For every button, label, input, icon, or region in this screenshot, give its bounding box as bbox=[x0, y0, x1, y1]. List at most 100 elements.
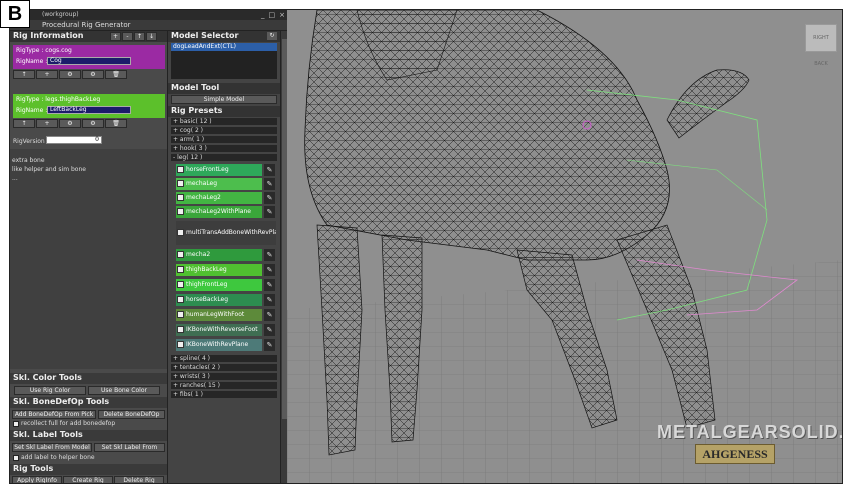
add-label-helper-checkbox[interactable] bbox=[13, 455, 19, 461]
rig-add-button[interactable]: + bbox=[36, 119, 58, 128]
model-and-presets-panel: Model Selector ↻ dogLeadAndExt(CTL) Mode… bbox=[167, 31, 281, 483]
rig-delete-button[interactable]: 🗑 bbox=[105, 70, 127, 79]
refresh-icon[interactable]: ↻ bbox=[267, 32, 277, 40]
preset-category-arm[interactable]: + arm( 1 ) bbox=[171, 136, 277, 144]
close-icon[interactable]: × bbox=[279, 10, 285, 20]
rig-settings-button[interactable]: ⚙ bbox=[59, 119, 81, 128]
preset-leg-item[interactable]: mecha2 bbox=[176, 249, 262, 261]
rig-row-toolbar-1: ↑ + ⚙ ⚙ 🗑 bbox=[13, 70, 131, 79]
use-bone-color-button[interactable]: Use Bone Color bbox=[88, 386, 160, 395]
recollect-checkbox[interactable] bbox=[13, 421, 19, 427]
edit-pen-icon[interactable]: ✎ bbox=[264, 164, 275, 176]
move-up-button[interactable]: ↑ bbox=[134, 32, 145, 41]
preset-label: thighBackLeg bbox=[186, 266, 227, 273]
preset-label: mechaLeg2WithPlane bbox=[186, 208, 251, 215]
edit-pen-icon[interactable]: ✎ bbox=[264, 178, 275, 190]
set-label-from-model-button[interactable]: Set Skl Label From Model bbox=[12, 443, 92, 452]
rig-delete-button[interactable]: 🗑 bbox=[105, 119, 127, 128]
simple-model-button[interactable]: Simple Model bbox=[171, 95, 277, 104]
preset-category-fibs[interactable]: + fibs( 1 ) bbox=[171, 391, 277, 399]
preset-leg-item[interactable]: IKBoneWithReverseFoot bbox=[176, 324, 262, 336]
delete-bonedefop-button[interactable]: Delete BoneDefOp bbox=[98, 410, 165, 419]
add-rig-button[interactable]: + bbox=[110, 32, 121, 41]
view-cube-icon[interactable]: RIGHT BACK bbox=[805, 24, 837, 67]
wireframe-scene bbox=[287, 10, 842, 483]
rig-name-label: RigName : bbox=[16, 107, 48, 114]
preset-category-cog[interactable]: + cog( 2 ) bbox=[171, 127, 277, 135]
3d-viewport[interactable]: RIGHT BACK METALGEARSOLID.be AHGENESS bbox=[287, 10, 842, 483]
preset-category-tentacles[interactable]: + tentacles( 2 ) bbox=[171, 364, 277, 372]
edit-pen-icon[interactable]: ✎ bbox=[264, 264, 275, 276]
preset-leg-item[interactable]: mechaLeg bbox=[176, 178, 262, 190]
rig-tools-header: Rig Tools bbox=[10, 464, 167, 475]
preset-leg-item[interactable]: mechaLeg2WithPlane bbox=[176, 206, 262, 218]
tool-title: Procedural Rig Generator bbox=[42, 21, 131, 29]
edit-pen-icon[interactable]: ✎ bbox=[264, 339, 275, 351]
model-selector-header: Model Selector bbox=[168, 31, 281, 42]
preset-category-ranches[interactable]: + ranches( 15 ) bbox=[171, 382, 277, 390]
rig-move-button[interactable]: ↑ bbox=[13, 70, 35, 79]
rig-name-field[interactable]: LeftBackLeg bbox=[47, 106, 131, 114]
edit-pen-icon[interactable]: ✎ bbox=[264, 324, 275, 336]
rig-presets-header: Rig Presets bbox=[168, 106, 281, 117]
edit-pen-icon[interactable]: ✎ bbox=[264, 279, 275, 291]
preset-leg-item[interactable]: horseFrontLeg bbox=[176, 164, 262, 176]
apply-riginfo-button[interactable]: Apply RigInfo bbox=[12, 476, 62, 483]
rig-notes-area[interactable]: extra bone like helper and sim bone ... bbox=[10, 149, 167, 369]
horse-tail-mesh bbox=[666, 69, 750, 139]
leg-preset-icon bbox=[177, 326, 184, 333]
create-rig-button[interactable]: Create Rig bbox=[63, 476, 113, 483]
rig-name-field[interactable]: Cog bbox=[47, 57, 131, 65]
use-rig-color-button[interactable]: Use Rig Color bbox=[14, 386, 86, 395]
preset-label: humanLegWithFoot bbox=[186, 311, 245, 318]
preset-label: horseBackLeg bbox=[186, 296, 229, 303]
rig-settings-button[interactable]: ⚙ bbox=[59, 70, 81, 79]
skl-bonedefop-tools-header: Skl. BoneDefOp Tools bbox=[10, 397, 167, 408]
preset-leg-item[interactable]: thighFrontLeg bbox=[176, 279, 262, 291]
leg-preset-icon bbox=[177, 166, 184, 173]
preset-category-leg[interactable]: - leg( 12 ) bbox=[171, 154, 277, 162]
preset-label: mechaLeg bbox=[186, 180, 218, 187]
edit-pen-icon[interactable]: ✎ bbox=[264, 206, 275, 218]
model-list[interactable]: dogLeadAndExt(CTL) bbox=[171, 43, 277, 79]
edit-pen-icon[interactable]: ✎ bbox=[264, 192, 275, 204]
preset-leg-item[interactable]: multiTransAddBoneWithRevPlane bbox=[176, 221, 276, 245]
preset-leg-item[interactable]: IKBoneWithRevPlane bbox=[176, 339, 262, 351]
rig-entry-cog[interactable]: RigType : cogs.cog RigName : Cog bbox=[13, 45, 165, 69]
delete-rig-button[interactable]: Delete Rig bbox=[114, 476, 164, 483]
rig-settings2-button[interactable]: ⚙ bbox=[82, 119, 104, 128]
rig-type-label: RigType : legs.thighBackLeg bbox=[16, 96, 101, 103]
preset-label: IKBoneWithReverseFoot bbox=[186, 326, 258, 333]
leg-preset-icon bbox=[177, 208, 184, 215]
minimize-icon[interactable]: _ bbox=[261, 10, 265, 20]
leg-preset-icon bbox=[177, 266, 184, 273]
horse-body-mesh bbox=[304, 10, 670, 261]
skl-label-tools-header: Skl. Label Tools bbox=[10, 430, 167, 441]
edit-pen-icon[interactable]: ✎ bbox=[264, 249, 275, 261]
rig-move-button[interactable]: ↑ bbox=[13, 119, 35, 128]
rig-version-field[interactable]: 0 bbox=[46, 136, 102, 144]
remove-rig-button[interactable]: - bbox=[122, 32, 133, 41]
application-frame: (workgroup) _ □ × Procedural Rig Generat… bbox=[9, 9, 843, 484]
leg-preset-icon bbox=[177, 194, 184, 201]
rig-add-button[interactable]: + bbox=[36, 70, 58, 79]
edit-pen-icon[interactable]: ✎ bbox=[264, 294, 275, 306]
maximize-icon[interactable]: □ bbox=[269, 10, 276, 20]
model-list-item[interactable]: dogLeadAndExt(CTL) bbox=[171, 43, 277, 51]
rig-entry-leftbackleg[interactable]: RigType : legs.thighBackLeg RigName : Le… bbox=[13, 94, 165, 118]
edit-pen-icon[interactable]: ✎ bbox=[264, 309, 275, 321]
window-titlebar: (workgroup) _ □ × bbox=[10, 10, 287, 20]
preset-category-basic[interactable]: + basic( 12 ) bbox=[171, 118, 277, 126]
rig-settings2-button[interactable]: ⚙ bbox=[82, 70, 104, 79]
add-bonedefop-button[interactable]: Add BoneDefOp From Pick bbox=[12, 410, 96, 419]
preset-category-wrists[interactable]: + wrists( 3 ) bbox=[171, 373, 277, 381]
preset-category-spline[interactable]: + spline( 4 ) bbox=[171, 355, 277, 363]
preset-category-hook[interactable]: + hook( 3 ) bbox=[171, 145, 277, 153]
set-label-from-button[interactable]: Set Skl Label From bbox=[94, 443, 165, 452]
move-down-button[interactable]: ↓ bbox=[146, 32, 157, 41]
preset-leg-item[interactable]: thighBackLeg bbox=[176, 264, 262, 276]
preset-leg-item[interactable]: mechaLeg2 bbox=[176, 192, 262, 204]
preset-leg-item[interactable]: humanLegWithFoot bbox=[176, 309, 262, 321]
rig-type-label: RigType : cogs.cog bbox=[16, 47, 72, 54]
preset-leg-item[interactable]: horseBackLeg bbox=[176, 294, 262, 306]
